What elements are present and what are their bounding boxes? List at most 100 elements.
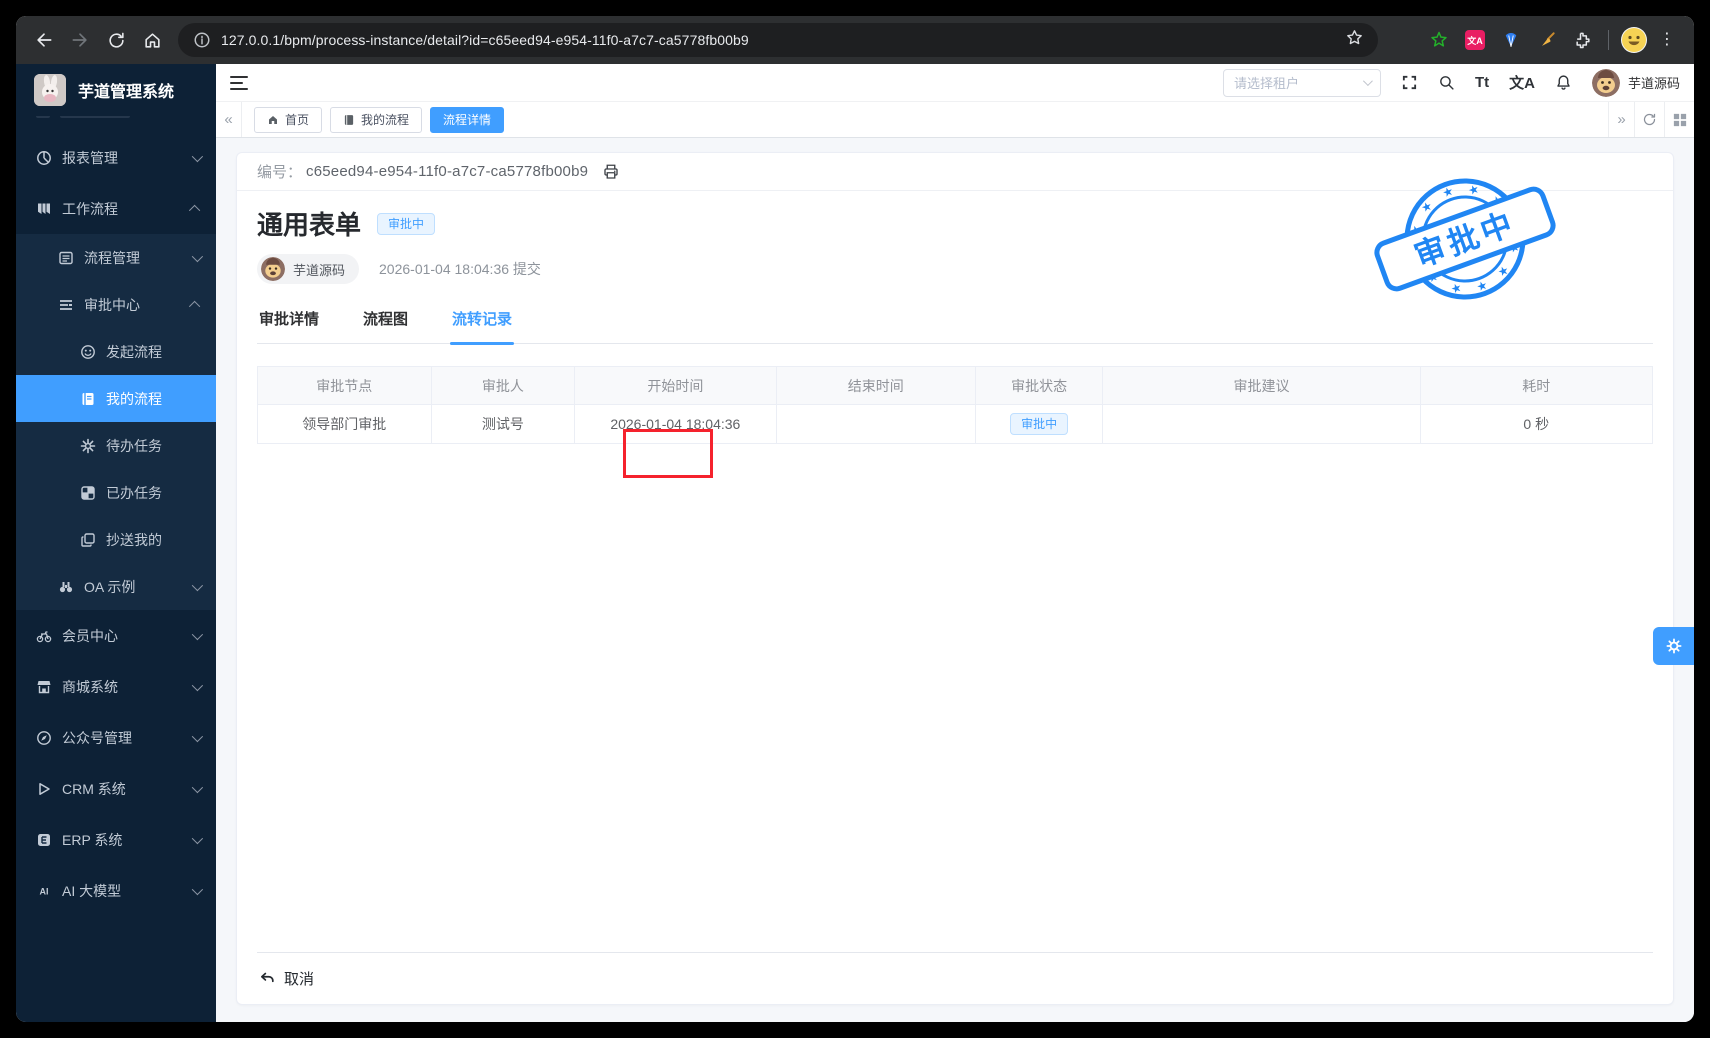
tenant-placeholder: 请选择租户 — [1233, 76, 1299, 91]
sidebar-item-oa-demo[interactable]: OA 示例 — [16, 563, 216, 610]
fullscreen-icon[interactable] — [1401, 74, 1418, 91]
detail-tabs: 审批详情 流程图 流转记录 — [257, 302, 1653, 345]
tab-approval-detail[interactable]: 审批详情 — [257, 302, 321, 343]
row-status-badge: 审批中 — [1010, 413, 1069, 435]
status-badge: 审批中 — [377, 212, 436, 235]
tags-layout-grid-icon[interactable] — [1664, 102, 1694, 137]
sidebar-item-workflow[interactable]: 工作流程 — [16, 183, 216, 234]
reload-icon[interactable] — [101, 25, 131, 55]
cancel-button[interactable]: 取消 — [257, 962, 324, 995]
extensions-row: 文A — [1392, 29, 1594, 51]
user-avatar — [1591, 68, 1620, 97]
tags-scroll-left-icon[interactable]: « — [216, 102, 242, 137]
sidebar: 芋道管理系统 报表管理 工作流程 流程管理 审批中心 发起流程 我的流程 待办任… — [16, 64, 216, 1022]
tag-process-detail[interactable]: 流程详情 — [430, 106, 505, 133]
sidebar-item-mall-system[interactable]: 商城系统 — [16, 661, 216, 712]
app-logo-row[interactable]: 芋道管理系统 — [16, 64, 216, 116]
sidebar-item-member-center[interactable]: 会员中心 — [16, 610, 216, 661]
locale-icon[interactable]: 文A — [1509, 72, 1535, 93]
book-icon — [80, 391, 96, 407]
tag-home[interactable]: 首页 — [254, 106, 323, 133]
sidebar-item-process-manage[interactable]: 流程管理 — [16, 234, 216, 281]
circulation-record-table: 审批节点 审批人 开始时间 结束时间 审批状态 审批建议 耗时 领导部门审批 测… — [257, 366, 1653, 444]
settings-gear-button[interactable] — [1653, 627, 1694, 665]
tab-process-diagram[interactable]: 流程图 — [361, 302, 410, 343]
extension-translate-icon[interactable]: 文A — [1464, 29, 1486, 51]
site-info-icon[interactable] — [192, 30, 212, 50]
forward-icon[interactable] — [65, 25, 95, 55]
app-title: 芋道管理系统 — [78, 84, 175, 101]
sidebar-item-todo-task[interactable]: 待办任务 — [16, 422, 216, 469]
chrome-divider — [1608, 30, 1609, 50]
url-text[interactable]: 127.0.0.1/bpm/process-instance/detail?id… — [221, 32, 1345, 48]
submit-time: 2026-01-04 18:04:36 提交 — [379, 261, 541, 277]
notification-bell-icon[interactable] — [1555, 74, 1572, 91]
chevron-down-icon — [191, 679, 204, 691]
home-icon — [269, 115, 277, 124]
sidebar-item-done-task[interactable]: 已办任务 — [16, 469, 216, 516]
erp-letter-icon — [36, 832, 52, 848]
page-title: 通用表单 — [257, 210, 362, 240]
ai-text-icon: AI — [36, 883, 52, 899]
tags-refresh-icon[interactable] — [1634, 102, 1664, 137]
tag-my-process[interactable]: 我的流程 — [330, 106, 423, 133]
bookmark-star-icon[interactable] — [1345, 28, 1364, 52]
sidebar-item-report-manage[interactable]: 报表管理 — [16, 132, 216, 183]
chevron-down-icon — [191, 832, 204, 844]
shop-icon — [36, 679, 52, 695]
extension-squares-icon[interactable] — [1392, 29, 1414, 51]
chevron-up-icon — [188, 300, 201, 312]
extension-green-star-icon[interactable] — [1428, 29, 1450, 51]
list-box-icon — [58, 250, 74, 266]
print-icon[interactable] — [602, 163, 620, 181]
sidebar-item-approval-center[interactable]: 审批中心 — [16, 281, 216, 328]
font-size-icon[interactable]: Tt — [1475, 74, 1489, 91]
extensions-puzzle-icon[interactable] — [1572, 29, 1594, 51]
tab-circulation-record[interactable]: 流转记录 — [450, 302, 515, 345]
undo-arrow-icon — [260, 972, 274, 983]
tags-scroll-right-icon[interactable]: » — [1608, 102, 1634, 137]
collapse-menu-icon[interactable] — [230, 75, 248, 90]
chevron-down-icon — [191, 781, 204, 793]
workflow-icon — [36, 201, 52, 217]
cell-approval-status: 审批中 — [976, 405, 1104, 443]
sidebar-item-ai-model[interactable]: AI AI 大模型 — [16, 865, 216, 916]
address-bar[interactable]: 127.0.0.1/bpm/process-instance/detail?id… — [178, 23, 1378, 57]
card-footer: 取消 — [257, 952, 1653, 1004]
user-menu[interactable]: 芋道源码 — [1591, 68, 1680, 97]
app-header: 请选择租户 Tt 文A 芋道源码 — [216, 64, 1694, 102]
table-header-row: 审批节点 审批人 开始时间 结束时间 审批状态 审批建议 耗时 — [258, 367, 1652, 404]
browser-profile-avatar[interactable] — [1621, 27, 1647, 53]
extension-fan-icon[interactable] — [1500, 29, 1522, 51]
back-icon[interactable] — [29, 25, 59, 55]
sidebar-item-cc-me[interactable]: 抄送我的 — [16, 516, 216, 563]
sidebar-item-crm-system[interactable]: CRM 系统 — [16, 763, 216, 814]
stacked-lines-icon — [58, 297, 74, 313]
bicycle-icon — [36, 628, 52, 644]
col-end-time: 结束时间 — [777, 367, 976, 404]
cell-duration: 0 秒 — [1523, 416, 1550, 432]
gear-icon — [1666, 638, 1681, 654]
binoculars-icon — [58, 579, 74, 595]
sidebar-item-erp-system[interactable]: ERP 系统 — [16, 814, 216, 865]
sidebar-item-mp-manage[interactable]: 公众号管理 — [16, 712, 216, 763]
app-shell: 芋道管理系统 报表管理 工作流程 流程管理 审批中心 发起流程 我的流程 待办任… — [16, 64, 1694, 1022]
submitter-name: 芋道源码 — [293, 262, 346, 278]
tags-view-bar: « 首页 我的流程 流程详情 » — [216, 102, 1694, 138]
book-icon — [344, 114, 354, 125]
chevron-up-icon — [188, 204, 201, 216]
col-duration: 耗时 — [1522, 377, 1551, 394]
chevron-down-icon — [191, 579, 204, 591]
compass-icon — [36, 730, 52, 746]
home-icon[interactable] — [137, 25, 167, 55]
browser-menu-icon[interactable]: ⋮ — [1659, 32, 1675, 48]
search-icon[interactable] — [1438, 74, 1455, 91]
chevron-down-icon — [1362, 76, 1373, 87]
smiley-icon — [80, 344, 96, 360]
chevron-down-icon — [191, 730, 204, 742]
quarter-squares-icon — [80, 485, 96, 501]
sidebar-item-my-process[interactable]: 我的流程 — [16, 375, 216, 422]
extension-broom-icon[interactable] — [1536, 29, 1558, 51]
tenant-select[interactable]: 请选择租户 — [1222, 68, 1381, 97]
sidebar-item-start-process[interactable]: 发起流程 — [16, 328, 216, 375]
